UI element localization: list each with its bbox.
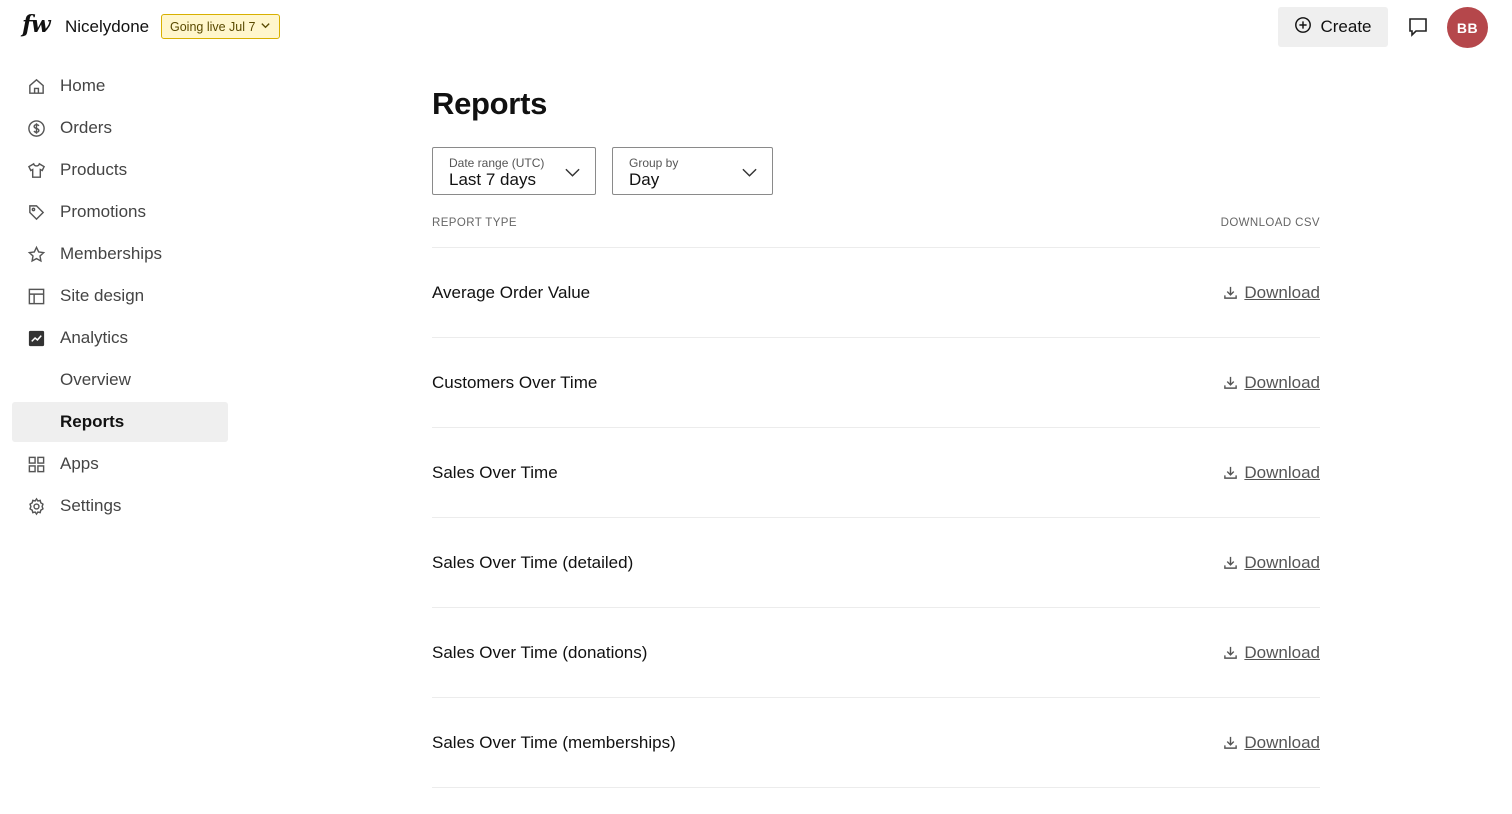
star-icon: [26, 244, 46, 264]
download-link[interactable]: Download: [1223, 553, 1320, 573]
download-link[interactable]: Download: [1223, 283, 1320, 303]
sidebar-item-label: Analytics: [60, 328, 129, 347]
sidebar-item-analytics[interactable]: Analytics: [12, 318, 228, 358]
download-label: Download: [1244, 552, 1320, 572]
report-list: Average Order Value Download Customers O…: [432, 248, 1320, 788]
sidebar-item-label: Site design: [60, 286, 145, 305]
report-name: Sales Over Time (memberships): [432, 732, 676, 752]
create-button[interactable]: Create: [1278, 7, 1388, 47]
column-header-report-type: REPORT TYPE: [432, 217, 517, 229]
download-icon: [1224, 556, 1238, 569]
sidebar-item-apps[interactable]: Apps: [12, 444, 228, 484]
sidebar-item-orders[interactable]: Orders: [12, 108, 228, 148]
table-row: Customers Over Time Download: [432, 338, 1320, 428]
group-by-select[interactable]: Group by Day: [612, 147, 773, 195]
download-label: Download: [1244, 462, 1320, 482]
sidebar-item-label: Promotions: [60, 202, 146, 221]
download-icon: [1224, 736, 1238, 749]
chevron-down-icon: [742, 168, 757, 177]
sidebar-item-products[interactable]: Products: [12, 150, 228, 190]
sidebar-item-reports[interactable]: Reports: [12, 402, 228, 442]
sidebar-item-memberships[interactable]: Memberships: [12, 234, 228, 274]
avatar[interactable]: BB: [1447, 7, 1488, 48]
column-header-download-csv: DOWNLOAD CSV: [1220, 217, 1320, 229]
download-link[interactable]: Download: [1223, 643, 1320, 663]
table-row: Sales Over Time (donations) Download: [432, 608, 1320, 698]
table-row: Sales Over Time Download: [432, 428, 1320, 518]
download-icon: [1224, 646, 1238, 659]
store-name: Nicelydone: [65, 17, 150, 36]
gear-icon: [26, 496, 46, 516]
chat-icon[interactable]: [1404, 13, 1432, 41]
sidebar-item-overview[interactable]: Overview: [12, 360, 228, 400]
group-by-label: Group by: [629, 156, 679, 170]
report-name: Customers Over Time: [432, 372, 598, 392]
sidebar-item-promotions[interactable]: Promotions: [12, 192, 228, 232]
chevron-down-icon: [260, 20, 271, 34]
report-name: Sales Over Time (detailed): [432, 552, 634, 572]
layout-icon: [26, 286, 46, 306]
date-range-value: Last 7 days: [449, 170, 536, 189]
sidebar-item-label: Memberships: [60, 244, 163, 263]
table-row: Average Order Value Download: [432, 248, 1320, 338]
home-icon: [26, 76, 46, 96]
download-label: Download: [1244, 372, 1320, 392]
group-by-value: Day: [629, 170, 660, 189]
download-label: Download: [1244, 642, 1320, 662]
brand-logo[interactable]: fw: [22, 11, 51, 38]
download-label: Download: [1244, 732, 1320, 752]
page-title: Reports: [432, 86, 548, 121]
tshirt-icon: [26, 160, 46, 180]
sidebar-nav: Home Orders Products Promotions Membersh…: [12, 66, 228, 528]
date-range-label: Date range (UTC): [449, 156, 545, 170]
create-button-label: Create: [1320, 17, 1372, 36]
sidebar-item-label: Orders: [60, 118, 112, 137]
download-link[interactable]: Download: [1223, 463, 1320, 483]
going-live-dropdown[interactable]: Going live Jul 7: [161, 14, 281, 39]
download-label: Download: [1244, 282, 1320, 302]
report-name: Average Order Value: [432, 282, 591, 302]
sidebar-item-site-design[interactable]: Site design: [12, 276, 228, 316]
report-name: Sales Over Time: [432, 462, 558, 482]
sidebar-item-label: Home: [60, 76, 106, 95]
date-range-select[interactable]: Date range (UTC) Last 7 days: [432, 147, 596, 195]
table-row: Sales Over Time (memberships) Download: [432, 698, 1320, 788]
sidebar-item-label: Apps: [60, 454, 99, 473]
sidebar-item-label: Reports: [60, 412, 125, 431]
download-link[interactable]: Download: [1223, 733, 1320, 753]
sidebar-item-settings[interactable]: Settings: [12, 486, 228, 526]
report-name: Sales Over Time (donations): [432, 642, 648, 662]
download-icon: [1224, 376, 1238, 389]
sidebar-item-label: Overview: [60, 370, 131, 389]
sidebar-item-label: Products: [60, 160, 128, 179]
table-row: Sales Over Time (detailed) Download: [432, 518, 1320, 608]
plus-circle-icon: [1294, 16, 1312, 39]
grid-icon: [26, 454, 46, 474]
sidebar-item-home[interactable]: Home: [12, 66, 228, 106]
analytics-icon: [26, 328, 46, 348]
download-icon: [1224, 466, 1238, 479]
sidebar-item-label: Settings: [60, 496, 122, 515]
tag-icon: [26, 202, 46, 222]
chevron-down-icon: [565, 168, 580, 177]
download-icon: [1224, 286, 1238, 299]
going-live-label: Going live Jul 7: [170, 19, 256, 34]
download-link[interactable]: Download: [1223, 373, 1320, 393]
dollar-circle-icon: [26, 118, 46, 138]
